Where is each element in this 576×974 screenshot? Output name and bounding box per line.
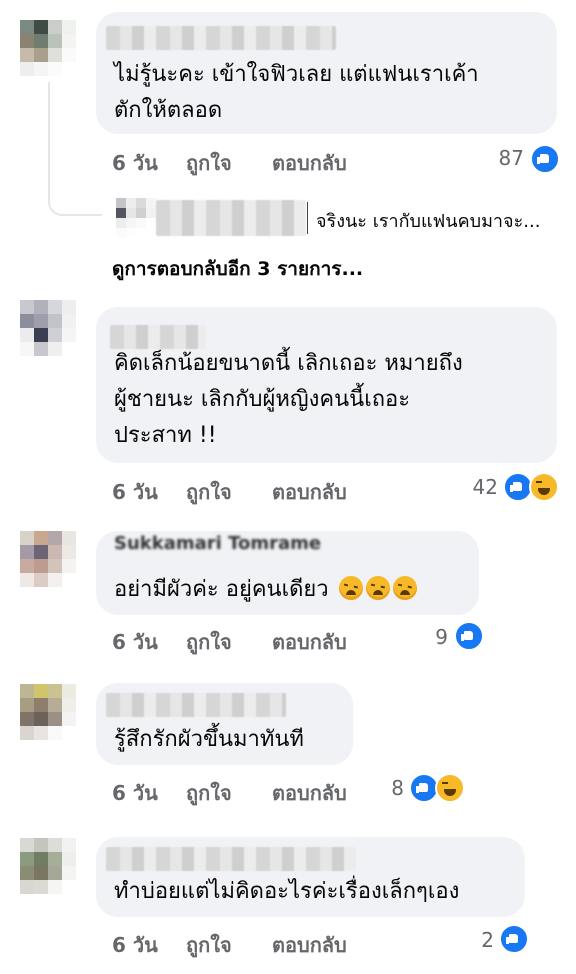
avatar[interactable] [20,684,76,740]
like-button[interactable]: ถูกใจ [186,147,232,179]
view-more-replies-link[interactable]: ดูการตอบกลับอีก 3 รายการ... [112,254,363,284]
haha-reaction-icon [529,472,559,502]
like-button[interactable]: ถูกใจ [186,626,232,658]
like-button[interactable]: ถูกใจ [186,929,232,961]
reply-preview-divider [307,202,308,234]
avatar[interactable] [20,300,76,356]
comment-text-line: ไม่รู้นะคะ เข้าใจฟิวเลย แต่แฟนเราเค้า [114,62,479,87]
comment-bubble: คิดเล็กน้อยขนาดนี้ เลิกเถอะ หมายถึง ผู้ช… [96,307,557,463]
avatar[interactable] [20,838,76,894]
reply-button[interactable]: ตอบกลับ [272,626,347,658]
comment-bubble: รู้สึกรักผัวขึ้นมาทันที [96,683,353,765]
reaction-count[interactable]: 8 [378,776,404,800]
avatar[interactable] [20,20,76,76]
comment-time[interactable]: 6 วัน [112,929,158,961]
comment-bubble: Sukkamari Tomrame อย่ามีผัวค่ะ อยู่คนเดี… [96,531,479,615]
comment-time[interactable]: 6 วัน [112,147,158,179]
comment-text-line: ประสาท !! [114,423,217,448]
comment-text-line: ตักให้ตลอด [114,98,223,123]
commenter-name[interactable] [106,693,286,717]
reply-preview-text: จริงนะ เรากับแฟนคบมาจะ... [316,211,541,232]
commenter-name[interactable] [106,847,356,871]
reply-preview[interactable]: จริงนะ เรากับแฟนคบมาจะ... [112,198,558,240]
like-reaction-icon [499,924,529,954]
comment-bubble: ไม่รู้นะคะ เข้าใจฟิวเลย แต่แฟนเราเค้า ตั… [96,12,557,134]
like-reaction-icon [530,144,560,174]
weary-face-emoji [392,576,417,600]
comment-time[interactable]: 6 วัน [112,476,158,508]
comment-bubble: ทำบ่อยแต่ไม่คิดอะไรค่ะเรื่องเล็กๆเอง [96,837,525,917]
thread-line [48,82,102,216]
avatar[interactable] [20,531,76,587]
reaction-count[interactable]: 42 [452,475,498,499]
comment-time[interactable]: 6 วัน [112,626,158,658]
like-button[interactable]: ถูกใจ [186,777,232,809]
reply-avatar [116,198,156,238]
reaction-count[interactable]: 87 [480,146,524,170]
reply-button[interactable]: ตอบกลับ [272,147,347,179]
reply-button[interactable]: ตอบกลับ [272,929,347,961]
weary-face-emoji [338,576,363,600]
reply-button[interactable]: ตอบกลับ [272,476,347,508]
reply-name [156,200,306,236]
like-button[interactable]: ถูกใจ [186,476,232,508]
commenter-name[interactable]: Sukkamari Tomrame [114,533,321,554]
weary-face-emoji [365,576,390,600]
comment-time[interactable]: 6 วัน [112,777,158,809]
comment-text-line: คิดเล็กน้อยขนาดนี้ เลิกเถอะ หมายถึง [114,351,463,376]
comment-text-line: ทำบ่อยแต่ไม่คิดอะไรค่ะเรื่องเล็กๆเอง [114,879,460,904]
haha-reaction-icon [435,773,465,803]
comment-text-line: ผู้ชายนะ เลิกกับผู้หญิงคนนี้เถอะ [114,387,411,412]
reaction-count[interactable]: 2 [468,928,494,952]
reply-button[interactable]: ตอบกลับ [272,777,347,809]
like-reaction-icon [454,621,484,651]
comment-text-line: รู้สึกรักผัวขึ้นมาทันที [114,727,304,752]
comment-text-line: อย่ามีผัวค่ะ อยู่คนเดียว [114,571,417,608]
comment-text: อย่ามีผัวค่ะ อยู่คนเดียว [114,577,329,602]
commenter-name[interactable] [106,26,336,50]
reaction-count[interactable]: 9 [420,625,448,649]
